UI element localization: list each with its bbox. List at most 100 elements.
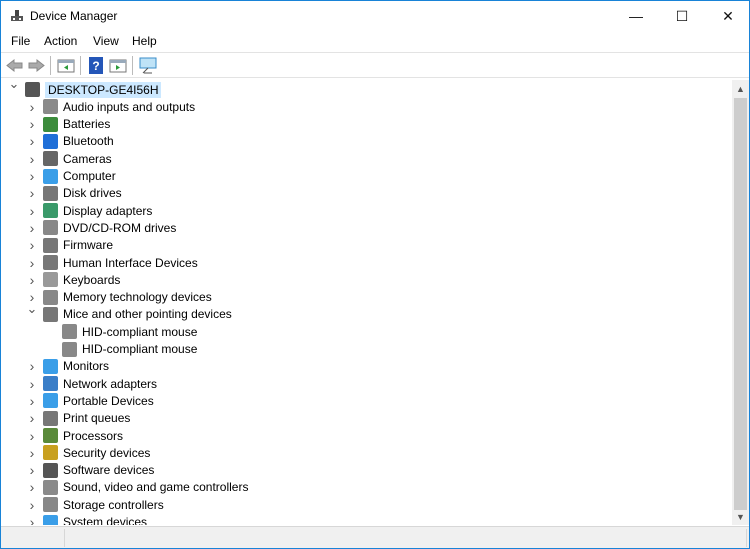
tree-item[interactable]: › Memory technology devices	[30, 289, 212, 306]
tree-item-label: Computer	[63, 169, 116, 183]
expand-chevron-icon[interactable]: ›	[26, 358, 38, 374]
menu-bar: File Action View Help	[1, 31, 749, 51]
tree-item[interactable]: › Security devices	[30, 444, 151, 461]
expand-chevron-icon[interactable]: ›	[26, 514, 38, 525]
tree-item[interactable]: › Storage controllers	[30, 496, 164, 513]
expand-chevron-icon[interactable]: ›	[26, 255, 38, 271]
scroll-up-button[interactable]: ▲	[732, 80, 749, 97]
tree-item-label: Batteries	[63, 117, 111, 132]
expand-chevron-icon[interactable]: ›	[26, 479, 38, 495]
toolbar-separator	[50, 56, 51, 75]
device-category-icon	[43, 289, 58, 305]
tree-item-label: DVD/CD-ROM drives	[63, 220, 177, 235]
device-category-icon	[43, 99, 58, 115]
tree-item[interactable]: › DVD/CD-ROM drives	[30, 219, 177, 236]
device-manager-window: Device Manager — ☐ ✕ File Action View He…	[0, 0, 750, 549]
tree-item-label: Keyboards	[63, 272, 121, 287]
minimize-button[interactable]: —	[613, 1, 659, 31]
title-bar: Device Manager — ☐ ✕	[1, 1, 749, 31]
expand-chevron-icon[interactable]: ›	[26, 497, 38, 513]
expand-chevron-icon[interactable]: ›	[26, 237, 38, 253]
tree-item-label: Cameras	[63, 151, 112, 166]
tree-item[interactable]: › Disk drives	[30, 185, 122, 202]
tree-item[interactable]: ⌄ Mice and other pointing devices	[27, 301, 232, 323]
menu-view[interactable]: View	[93, 34, 119, 48]
collapse-chevron-icon[interactable]: ⌄	[8, 80, 20, 91]
vertical-scrollbar[interactable]: ▲ ▼	[732, 80, 749, 525]
tree-item-label: HID-compliant mouse	[82, 342, 198, 356]
menu-help[interactable]: Help	[132, 34, 157, 48]
tree-item[interactable]: › Sound, video and game controllers	[30, 479, 249, 496]
device-category-icon	[62, 324, 77, 340]
tree-child-item[interactable]: HID-compliant mouse	[62, 323, 197, 340]
expand-chevron-icon[interactable]: ›	[26, 203, 38, 219]
expand-chevron-icon[interactable]: ›	[26, 393, 38, 409]
expand-chevron-icon[interactable]: ›	[26, 272, 38, 288]
device-category-icon	[43, 428, 58, 443]
scrollbar-thumb[interactable]	[734, 98, 747, 510]
forward-arrow-icon[interactable]	[27, 57, 45, 74]
tree-root-computer[interactable]: ⌄ DESKTOP-GE4I56H	[9, 80, 162, 98]
tree-item[interactable]: › Software devices	[30, 462, 155, 479]
status-bar	[1, 526, 749, 548]
tree-child-item[interactable]: HID-compliant mouse	[62, 341, 197, 358]
tree-item[interactable]: › Monitors	[30, 358, 109, 375]
tree-item[interactable]: › Network adapters	[30, 375, 157, 392]
expand-chevron-icon[interactable]: ›	[26, 376, 38, 392]
tree-item[interactable]: › Audio inputs and outputs	[30, 98, 195, 115]
tree-item[interactable]: › Print queues	[30, 410, 131, 427]
expand-chevron-icon[interactable]: ›	[26, 410, 38, 426]
toolbar: ?	[1, 52, 749, 78]
show-hide-console-tree-icon[interactable]	[57, 57, 75, 74]
tree-item-label: System devices	[63, 515, 148, 525]
device-category-icon	[43, 203, 58, 219]
toolbar-separator	[132, 56, 133, 75]
expand-chevron-icon[interactable]: ›	[26, 168, 38, 184]
tree-item[interactable]: › Firmware	[30, 237, 113, 254]
back-arrow-icon[interactable]	[6, 57, 24, 74]
menu-file[interactable]: File	[11, 34, 30, 48]
device-category-icon	[43, 393, 58, 409]
device-category-icon	[43, 514, 58, 525]
tree-item[interactable]: › System devices	[30, 514, 148, 525]
device-category-icon	[25, 82, 40, 97]
tree-item[interactable]: › Portable Devices	[30, 392, 154, 409]
properties-pane-icon[interactable]	[109, 57, 127, 74]
tree-item[interactable]: › Computer	[30, 168, 116, 185]
scan-hardware-icon[interactable]	[139, 57, 157, 74]
tree-item-label: Memory technology devices	[63, 290, 212, 305]
status-pane	[1, 529, 65, 547]
device-category-icon	[43, 462, 58, 478]
expand-chevron-icon[interactable]: ›	[26, 462, 38, 478]
tree-item-label: Bluetooth	[63, 134, 114, 149]
expand-chevron-icon[interactable]: ›	[26, 151, 38, 167]
tree-item-label: Portable Devices	[63, 393, 154, 408]
device-category-icon	[43, 410, 58, 426]
collapse-chevron-icon[interactable]: ⌄	[26, 301, 38, 316]
maximize-button[interactable]: ☐	[659, 1, 705, 31]
tree-item[interactable]: › Cameras	[30, 150, 112, 167]
close-button[interactable]: ✕	[705, 1, 750, 31]
help-icon[interactable]: ?	[87, 57, 105, 74]
expand-chevron-icon[interactable]: ›	[26, 99, 38, 115]
tree-item-label: Firmware	[63, 238, 113, 253]
expand-chevron-icon[interactable]: ›	[26, 116, 38, 132]
tree-item[interactable]: › Human Interface Devices	[30, 254, 198, 271]
menu-action[interactable]: Action	[44, 34, 77, 48]
tree-item-label: Mice and other pointing devices	[63, 307, 232, 322]
tree-item[interactable]: › Keyboards	[30, 271, 121, 288]
device-category-icon	[43, 445, 58, 461]
device-category-icon	[43, 255, 58, 270]
expand-chevron-icon[interactable]: ›	[26, 445, 38, 461]
expand-chevron-icon[interactable]: ›	[26, 428, 38, 444]
tree-item[interactable]: › Display adapters	[30, 202, 153, 219]
scroll-down-button[interactable]: ▼	[732, 508, 749, 525]
expand-chevron-icon[interactable]: ›	[26, 185, 38, 201]
tree-item[interactable]: › Bluetooth	[30, 133, 114, 150]
expand-chevron-icon[interactable]: ›	[26, 220, 38, 236]
tree-item[interactable]: › Processors	[30, 427, 123, 444]
expand-chevron-icon[interactable]: ›	[26, 133, 38, 149]
tree-item-label: Storage controllers	[63, 497, 164, 512]
tree-item[interactable]: › Batteries	[30, 116, 111, 133]
tree-item-label: DESKTOP-GE4I56H	[45, 81, 162, 98]
